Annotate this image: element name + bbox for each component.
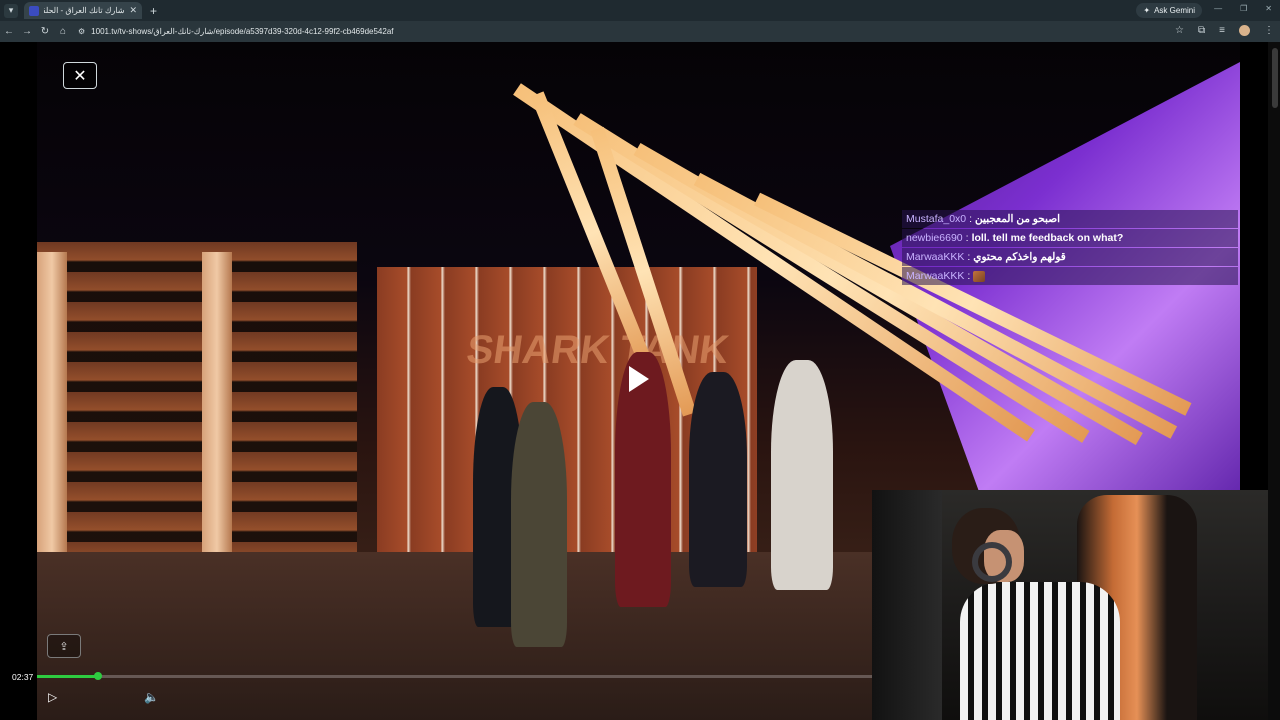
progress-knob[interactable] — [93, 672, 102, 680]
chat-text: loll. tell me feedback on what? — [971, 232, 1124, 244]
home-icon[interactable]: ⌂ — [54, 26, 72, 37]
url-field[interactable]: ⚙ 1001.tv/tv-shows/شارك-تانك-العراق/epis… — [78, 27, 394, 36]
url-text: 1001.tv/tv-shows/شارك-تانك-العراق/episod… — [91, 27, 394, 36]
browser-tab-bar: ▾ شارك تانك العراق - الحلقة 11 ✕ + — [0, 0, 1280, 21]
chat-separator: : — [965, 232, 969, 244]
back-icon[interactable]: ← — [0, 26, 18, 37]
new-tab-button[interactable]: + — [150, 4, 157, 18]
chat-username: Mustafa_0x0 — [906, 213, 967, 225]
site-favicon-icon — [29, 5, 39, 16]
tab-close-icon[interactable]: ✕ — [129, 5, 137, 16]
center-play-icon[interactable] — [627, 364, 651, 394]
tab-active[interactable]: شارك تانك العراق - الحلقة 11 ✕ — [24, 2, 142, 19]
stage-left-wall — [37, 242, 357, 562]
streamer-webcam — [872, 490, 1280, 720]
stage-pillar — [202, 252, 232, 552]
close-icon: ✕ — [73, 67, 87, 85]
site-info-icon[interactable]: ⚙ — [78, 27, 85, 36]
video-player: SHARK TANK ✕ Mustafa_0x0 : اصبحو من المع… — [0, 42, 1280, 720]
chat-separator: : — [967, 251, 971, 263]
restore-icon[interactable]: ❐ — [1240, 4, 1247, 13]
address-toolbar: ← → ↻ ⌂ ⚙ 1001.tv/tv-shows/شارك-تانك-الع… — [0, 21, 1280, 42]
chat-overlay: Mustafa_0x0 : اصبحو من المعجبين newbie66… — [902, 210, 1238, 286]
page-scrollbar[interactable] — [1268, 42, 1280, 720]
progress-bar[interactable] — [37, 672, 872, 680]
chat-separator: : — [967, 270, 971, 282]
minimize-icon[interactable]: — — [1214, 4, 1222, 13]
ask-gemini-label: Ask Gemini — [1154, 6, 1195, 15]
chat-message: Mustafa_0x0 : اصبحو من المعجبين — [902, 210, 1238, 228]
share-button[interactable]: ⇪ — [47, 634, 81, 658]
stage-pillar — [37, 252, 67, 552]
chat-text: قولهم واخذكم محتوي — [973, 251, 1066, 263]
toolbar-right: ☆ ⧉ ≡ ⋮ — [1175, 25, 1274, 36]
chat-message: MarwaaKKK : قولهم واخذكم محتوي — [902, 248, 1238, 266]
window-controls: — ❐ ✕ — [1214, 4, 1272, 13]
browser-menu-icon[interactable]: ⋮ — [1264, 25, 1274, 36]
profile-avatar[interactable] — [1239, 25, 1250, 36]
gemini-icon: ✦ — [1143, 6, 1151, 15]
shark-person — [771, 360, 833, 590]
window-close-icon[interactable]: ✕ — [1265, 4, 1272, 13]
current-time: 02:37 — [12, 672, 34, 682]
close-player-button[interactable]: ✕ — [63, 62, 97, 89]
streamer-shirt — [960, 582, 1120, 720]
chat-username: MarwaaKKK — [906, 270, 965, 282]
forward-icon[interactable]: → — [18, 26, 36, 37]
media-control-icon[interactable]: ≡ — [1219, 25, 1225, 36]
volume-button[interactable]: 🔈 — [144, 690, 159, 704]
progress-fill — [37, 675, 98, 678]
chat-separator: : — [969, 213, 973, 225]
show-sign: SHARK TANK — [463, 328, 732, 372]
chat-message: newbie6690 : loll. tell me feedback on w… — [902, 229, 1238, 247]
play-button[interactable]: ▷ — [48, 690, 57, 704]
chat-username: newbie6690 — [906, 232, 963, 244]
chat-text: اصبحو من المعجبين — [975, 213, 1061, 225]
ask-gemini-button[interactable]: ✦ Ask Gemini — [1136, 3, 1202, 18]
bookmark-star-icon[interactable]: ☆ — [1175, 25, 1184, 36]
scrollbar-thumb[interactable] — [1272, 48, 1278, 108]
chat-username: MarwaaKKK — [906, 251, 965, 263]
chat-message: MarwaaKKK : — [902, 267, 1238, 285]
shark-person — [511, 402, 567, 647]
reload-icon[interactable]: ↻ — [36, 26, 54, 37]
tab-search-icon[interactable]: ▾ — [4, 3, 18, 18]
extensions-icon[interactable]: ⧉ — [1198, 25, 1205, 36]
tab-title: شارك تانك العراق - الحلقة 11 — [44, 6, 125, 15]
shark-person — [689, 372, 747, 587]
chat-emote-icon — [973, 270, 986, 282]
share-icon: ⇪ — [59, 640, 69, 653]
headset-icon — [972, 542, 1012, 582]
webcam-background-cabinet — [872, 490, 942, 720]
